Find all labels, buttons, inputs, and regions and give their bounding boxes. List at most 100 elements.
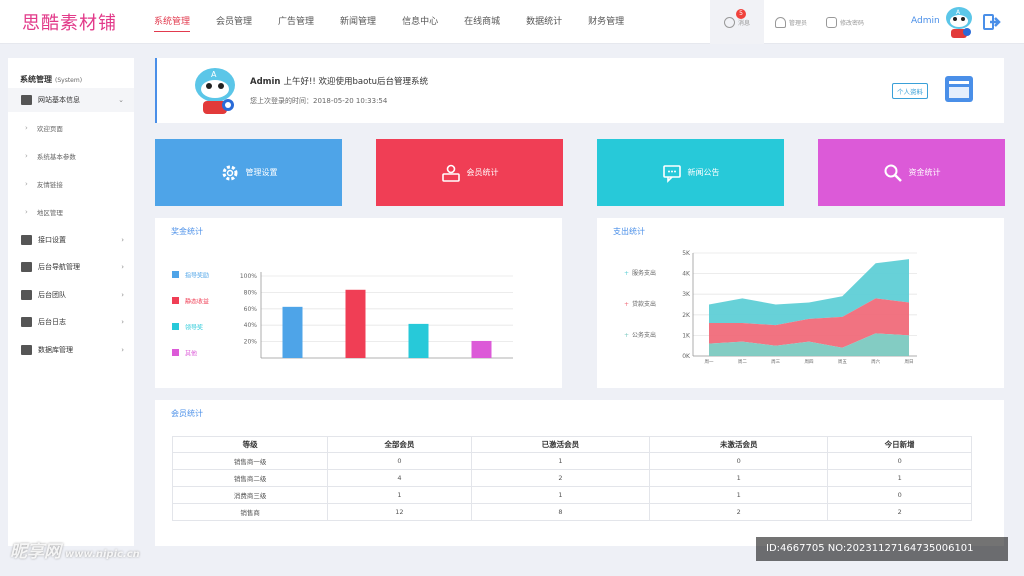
card-news[interactable]: 新闻公告 <box>597 139 784 206</box>
sidebar: 系统管理 (System) 网站基本信息 ⌄ › 欢迎页面 › 系统基本参数 › 友情链… <box>8 58 134 546</box>
legend-swatch <box>172 271 179 278</box>
welcome-panel: A Admin 上午好!! 欢迎使用baotu后台管理系统 您上次登录的时间：20… <box>155 58 1004 123</box>
sidebar-item-api[interactable]: 接口设置 › <box>8 228 134 252</box>
user-name[interactable]: Admin <box>911 16 940 26</box>
bonus-chart-panel: 奖金统计 指导奖励 静态收益 领导奖 其他 100% 80% 60% 40% 20% <box>155 218 562 388</box>
table-cell: 2 <box>470 469 651 487</box>
table-row: 销售商二级 4 2 1 1 <box>171 469 972 487</box>
watermark-logo: 昵享网 www.nipic.cn <box>10 542 140 562</box>
message-count-badge: 5 <box>736 9 746 19</box>
table-cell: 8 <box>470 503 651 521</box>
x-tick-label: 周一 <box>705 359 714 365</box>
member-table: 等级 全部会员 已激活会员 未激活会员 今日新增 销售商一级 0 1 0 0 销售商二级 4 2 1 1 消… <box>171 436 972 521</box>
y-tick-label: 100% <box>240 273 257 280</box>
expense-chart-panel: 支出统计 5K 4K 3K 2K 1K 0K 周一 周二 周三 周四 周五 周六 周日 + 服务支出 + 贷款支… <box>597 218 1004 388</box>
x-tick-label: 周三 <box>771 359 780 365</box>
table-cell: 1 <box>470 452 651 470</box>
legend-label: 服务支出 <box>632 269 656 277</box>
table-cell: 1 <box>470 486 651 504</box>
sidebar-item-team[interactable]: 后台团队 › <box>8 283 134 307</box>
main-nav: 系统管理 会员管理 广告管理 新闻管理 信息中心 在线商城 数据统计 财务管理 <box>154 0 650 44</box>
nav-news[interactable]: 新闻管理 <box>340 0 376 44</box>
bonus-bar-chart: 指导奖励静态收益领导奖其他 100% 80% 60% 40% 20% <box>172 271 513 359</box>
chevron-right-icon: › <box>121 318 124 326</box>
column-header: 今日新增 <box>827 436 972 453</box>
sidebar-item-database[interactable]: 数据库管理 › <box>8 338 134 362</box>
legend-swatch <box>172 349 179 356</box>
nav-finance[interactable]: 财务管理 <box>588 0 624 44</box>
sidebar-item-label: 网站基本信息 <box>38 96 80 104</box>
sidebar-subitem-welcome[interactable]: › 欢迎页面 <box>8 116 134 140</box>
table-cell: 销售商二级 <box>171 469 329 487</box>
table-cell: 销售商一级 <box>171 452 329 470</box>
legend-label: 静态收益 <box>185 298 209 306</box>
y-tick-label: 20% <box>244 339 258 346</box>
id-card-icon[interactable] <box>944 75 974 103</box>
chevron-right-icon: › <box>25 152 28 160</box>
table-cell: 销售商 <box>171 503 329 521</box>
legend-marker: + <box>624 270 629 277</box>
logo[interactable]: 思酷素材铺 <box>22 9 117 35</box>
sidebar-subitem-label: 地区管理 <box>36 209 63 217</box>
sidebar-item-log[interactable]: 后台日志 › <box>8 310 134 334</box>
card-manage-settings[interactable]: 管理设置 <box>155 139 342 206</box>
sidebar-subitem-region[interactable]: › 地区管理 <box>8 200 134 224</box>
y-tick-label: 1K <box>682 332 691 339</box>
admin-label: 管理员 <box>788 19 807 27</box>
sidebar-item-nav-manage[interactable]: 后台导航管理 › <box>8 255 134 279</box>
sidebar-subitem-params[interactable]: › 系统基本参数 <box>8 144 134 168</box>
hierarchy-icon <box>21 235 32 245</box>
sidebar-subitem-label: 友情链接 <box>36 181 63 189</box>
nav-system[interactable]: 系统管理 <box>154 0 191 44</box>
chevron-right-icon: › <box>25 208 28 216</box>
table-cell: 0 <box>827 452 972 470</box>
bar <box>282 306 303 358</box>
profile-button[interactable]: 个人资料 <box>892 83 928 99</box>
card-funds[interactable]: 资金统计 <box>818 139 1005 206</box>
y-tick-label: 3K <box>682 291 691 298</box>
card-label: 新闻公告 <box>687 168 720 177</box>
member-stats-panel: 会员统计 等级 全部会员 已激活会员 未激活会员 今日新增 销售商一级 0 1 0 0 销售商二级… <box>155 400 1004 546</box>
table-cell: 0 <box>327 452 472 470</box>
chevron-down-icon: ⌄ <box>118 96 124 104</box>
legend-label: 指导奖励 <box>185 272 209 280</box>
legend-label: 贷款支出 <box>632 300 656 308</box>
card-member-stats[interactable]: 会员统计 <box>376 139 563 206</box>
sidebar-subitem-label: 欢迎页面 <box>36 125 63 133</box>
chevron-right-icon: › <box>25 124 28 132</box>
sidebar-item-site-info[interactable]: 网站基本信息 ⌄ <box>8 88 134 112</box>
sidebar-subitem-label: 系统基本参数 <box>36 153 76 161</box>
avatar: A <box>195 68 235 114</box>
table-cell: 2 <box>649 503 829 521</box>
chat-icon <box>662 164 681 183</box>
change-password-label: 修改密码 <box>839 19 864 27</box>
messages-button[interactable]: 5 消息 <box>710 0 764 44</box>
column-header: 已激活会员 <box>470 436 651 453</box>
user-icon <box>774 16 786 28</box>
x-tick-label: 周五 <box>838 359 847 365</box>
avatar[interactable]: A <box>943 5 975 39</box>
panel-title: 会员统计 <box>171 409 203 418</box>
bar <box>471 340 492 358</box>
welcome-greeting: Admin 上午好!! 欢迎使用baotu后台管理系统 <box>250 77 429 87</box>
top-tools: 5 消息 管理员 修改密码 <box>710 0 872 44</box>
chevron-right-icon: › <box>25 180 28 188</box>
search-icon <box>884 164 902 182</box>
nav-shop[interactable]: 在线商城 <box>464 0 500 44</box>
nav-info[interactable]: 信息中心 <box>402 0 438 44</box>
legend-marker: + <box>624 301 629 308</box>
sidebar-subitem-links[interactable]: › 友情链接 <box>8 172 134 196</box>
nav-ads[interactable]: 广告管理 <box>278 0 314 44</box>
table-cell: 消费商三级 <box>171 486 329 504</box>
legend-label: 领导奖 <box>185 324 203 332</box>
gear-icon <box>222 165 237 180</box>
logout-icon[interactable] <box>983 13 1001 31</box>
nav-stats[interactable]: 数据统计 <box>526 0 562 44</box>
nav-members[interactable]: 会员管理 <box>216 0 252 44</box>
y-tick-label: 40% <box>244 322 258 329</box>
y-tick-label: 80% <box>244 289 258 296</box>
change-password-button[interactable]: 修改密码 <box>818 0 872 44</box>
top-bar: 思酷素材铺 系统管理 会员管理 广告管理 新闻管理 信息中心 在线商城 数据统计… <box>0 0 1024 44</box>
table-row: 消费商三级 1 1 1 0 <box>171 486 972 504</box>
admin-button[interactable]: 管理员 <box>764 0 818 44</box>
